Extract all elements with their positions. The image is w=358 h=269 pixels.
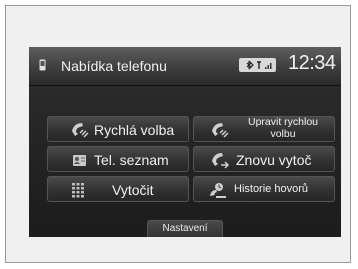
- phone-speed-dial-icon: [72, 123, 89, 138]
- call-history-button[interactable]: Historie hovorů: [193, 176, 335, 202]
- menu-area: Rychlá volba Upravit rychlou volbu Tel. …: [29, 86, 341, 237]
- phone-edit-icon: [212, 123, 229, 138]
- call-history-label: Historie hovorů: [234, 183, 308, 195]
- redial-button[interactable]: Znovu vytoč: [193, 146, 335, 172]
- call-history-icon: [210, 183, 226, 198]
- phonebook-icon: [73, 155, 86, 166]
- bluetooth-icon: [246, 60, 272, 70]
- figure-frame: Nabídka telefonu 12:34 Rychlá volba Upra…: [5, 5, 351, 263]
- dial-label: Vytočit: [112, 182, 154, 198]
- phone-menu-screen: Nabídka telefonu 12:34 Rychlá volba Upra…: [29, 47, 341, 237]
- phone-icon: [39, 59, 46, 71]
- redial-icon: [212, 153, 230, 169]
- signal-icon: [265, 63, 272, 69]
- speed-dial-button[interactable]: Rychlá volba: [47, 116, 189, 142]
- settings-tab[interactable]: Nastavení: [147, 220, 223, 237]
- phonebook-button[interactable]: Tel. seznam: [47, 146, 189, 172]
- clock: 12:34: [288, 52, 336, 74]
- header-bar: Nabídka telefonu 12:34: [29, 47, 341, 86]
- dial-button[interactable]: Vytočit: [47, 176, 189, 202]
- redial-label: Znovu vytoč: [236, 152, 312, 168]
- edit-speed-dial-label: Upravit rychlou volbu: [247, 116, 319, 140]
- keypad-icon: [72, 183, 84, 198]
- speed-dial-label: Rychlá volba: [94, 122, 175, 138]
- status-indicator: [239, 58, 276, 72]
- edit-speed-dial-button[interactable]: Upravit rychlou volbu: [193, 116, 335, 142]
- phonebook-label: Tel. seznam: [94, 152, 169, 168]
- page-title: Nabídka telefonu: [61, 58, 167, 74]
